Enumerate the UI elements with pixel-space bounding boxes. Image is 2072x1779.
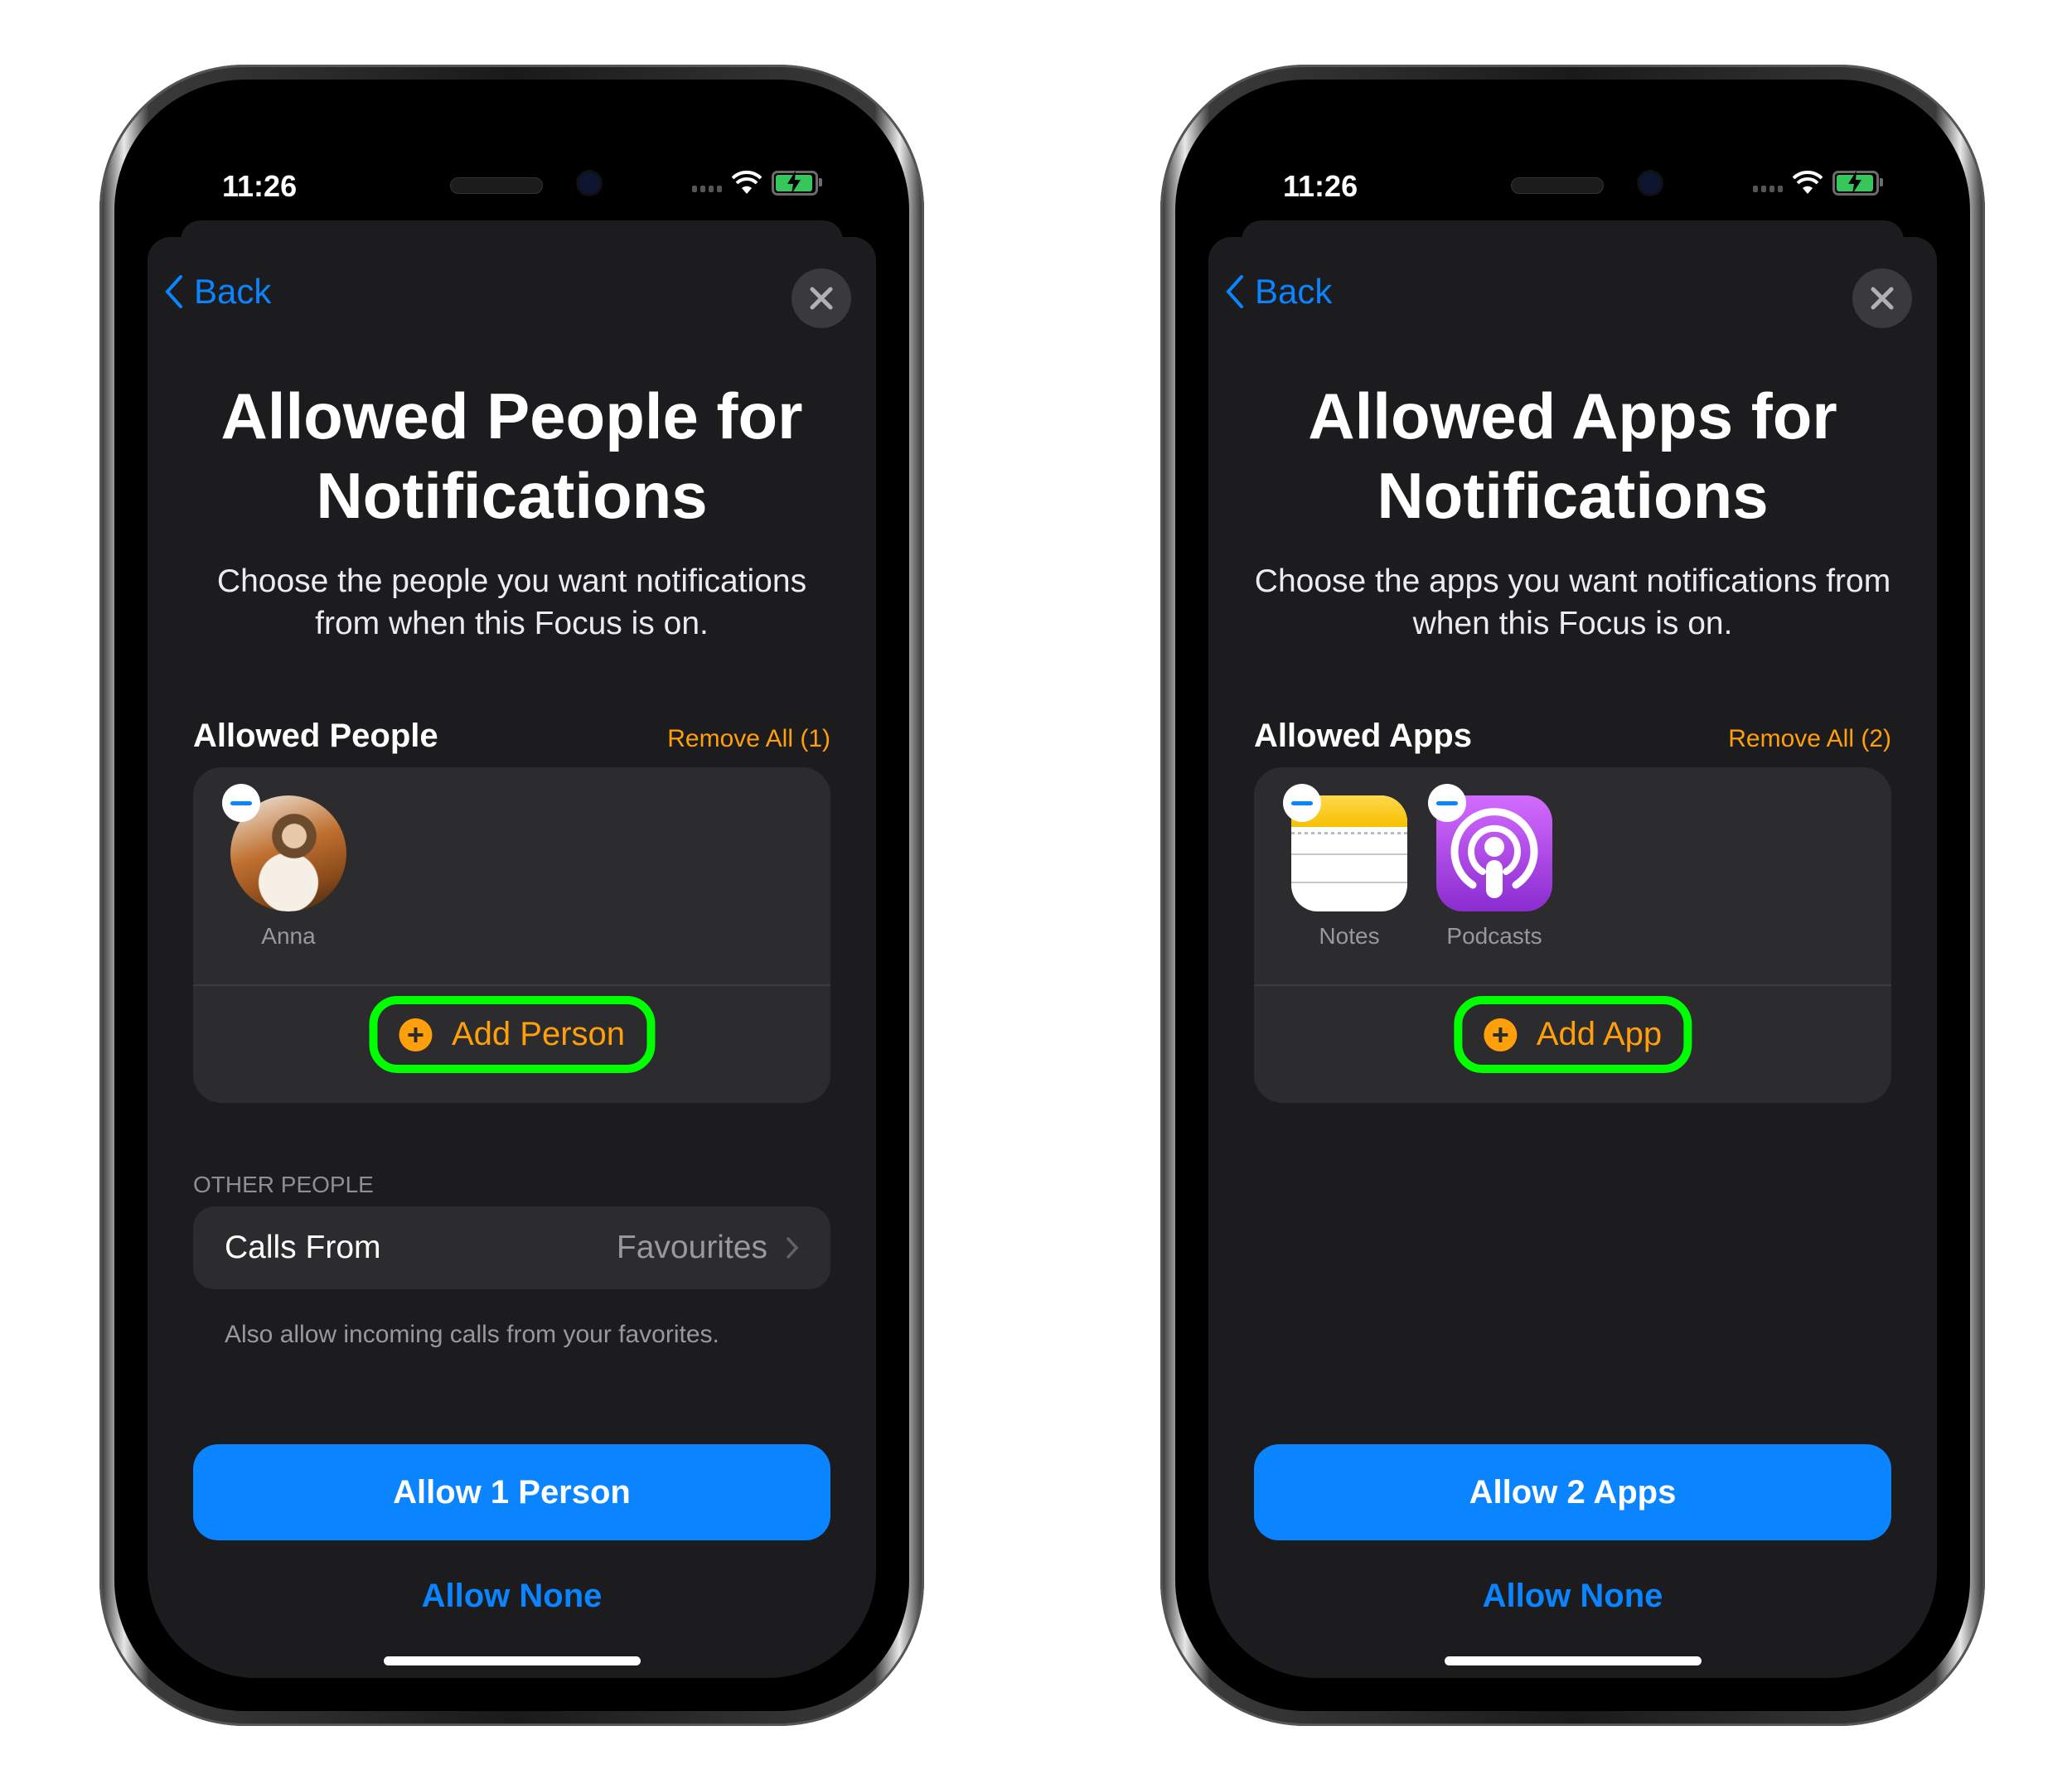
plus-circle-icon <box>1483 1018 1517 1051</box>
phone-right: 11:26 Back Allowed Apps for Notification… <box>1160 65 1985 1726</box>
divider <box>193 984 830 986</box>
calls-footnote: Also allow incoming calls from your favo… <box>225 1321 719 1348</box>
back-button[interactable]: Back <box>1225 272 1332 312</box>
bezel: 11:26 Back Allowed People for Notificati… <box>114 80 909 1711</box>
allowed-list: Notes Podcasts <box>1283 784 1552 950</box>
front-camera <box>578 172 600 194</box>
add-label: Add Person <box>451 1016 626 1052</box>
add-app-button[interactable]: Add App <box>1453 996 1692 1073</box>
section-header: Allowed People Remove All (1) <box>193 718 830 755</box>
page-description: Choose the people you want notifications… <box>216 563 807 641</box>
item-label: Notes <box>1319 923 1380 949</box>
allow-apps-button[interactable]: Allow 2 Apps <box>1254 1444 1891 1540</box>
allowed-people-card: Anna Add Person <box>193 767 830 1103</box>
status-time: 11:26 <box>222 169 298 203</box>
add-person-button[interactable]: Add Person <box>368 996 656 1073</box>
remove-item-icon[interactable] <box>1283 784 1321 822</box>
back-label: Back <box>1255 272 1333 311</box>
page-title: Allowed People for Notifications <box>220 379 803 532</box>
front-camera <box>1639 172 1661 194</box>
status-icons <box>1753 171 1883 196</box>
status-icons <box>692 171 822 196</box>
close-button[interactable] <box>792 268 851 328</box>
calls-from-label: Calls From <box>225 1230 381 1265</box>
close-button[interactable] <box>1852 268 1912 328</box>
remove-all-button[interactable]: Remove All (2) <box>1728 725 1891 753</box>
wifi-icon <box>1793 171 1823 194</box>
phone-left: 11:26 Back Allowed People for Notificati… <box>99 65 924 1726</box>
cellular-signal-icon <box>1753 186 1783 192</box>
plus-circle-icon <box>398 1018 432 1051</box>
screen-allowed-people: 11:26 Back Allowed People for Notificati… <box>148 113 876 1678</box>
divider <box>1254 984 1891 986</box>
speaker-grille <box>1510 177 1604 194</box>
remove-all-button[interactable]: Remove All (1) <box>667 725 830 753</box>
battery-charging-icon <box>772 171 822 196</box>
screen-allowed-apps: 11:26 Back Allowed Apps for Notification… <box>1208 113 1937 1678</box>
calls-from-row[interactable]: Calls From Favourites <box>193 1206 830 1289</box>
page-title: Allowed Apps for Notifications <box>1308 379 1837 532</box>
back-button[interactable]: Back <box>164 272 271 312</box>
add-label: Add App <box>1536 1016 1663 1052</box>
list-item[interactable]: Anna <box>222 784 346 950</box>
back-label: Back <box>194 272 272 311</box>
modal-sheet: Back Allowed Apps for Notifications Choo… <box>1208 237 1937 1678</box>
speaker-grille <box>449 177 543 194</box>
calls-from-value: Favourites <box>617 1230 799 1266</box>
chevron-right-icon <box>787 1237 799 1259</box>
list-item[interactable]: Notes <box>1283 784 1407 950</box>
status-time: 11:26 <box>1283 169 1358 203</box>
allow-none-button[interactable]: Allow None <box>148 1578 876 1615</box>
close-icon <box>1871 287 1894 310</box>
list-item[interactable]: Podcasts <box>1428 784 1552 950</box>
close-icon <box>810 287 833 310</box>
section-title: Allowed People <box>193 718 438 754</box>
home-indicator[interactable] <box>1444 1656 1702 1665</box>
allowed-apps-card: Notes Podcasts Add App <box>1254 767 1891 1103</box>
battery-charging-icon <box>1832 171 1883 196</box>
section-title: Allowed Apps <box>1254 718 1472 754</box>
allow-none-button[interactable]: Allow None <box>1208 1578 1937 1615</box>
chevron-left-icon <box>165 275 182 308</box>
remove-item-icon[interactable] <box>1428 784 1466 822</box>
allowed-list: Anna <box>222 784 346 950</box>
item-label: Anna <box>261 923 316 949</box>
section-header: Allowed Apps Remove All (2) <box>1254 718 1891 755</box>
bezel: 11:26 Back Allowed Apps for Notification… <box>1175 80 1970 1711</box>
item-label: Podcasts <box>1446 923 1542 949</box>
modal-sheet: Back Allowed People for Notifications Ch… <box>148 237 876 1678</box>
remove-item-icon[interactable] <box>222 784 260 822</box>
cellular-signal-icon <box>692 186 722 192</box>
other-people-header: OTHER PEOPLE <box>193 1172 374 1197</box>
home-indicator[interactable] <box>383 1656 641 1665</box>
page-description: Choose the apps you want notifications f… <box>1254 563 1891 641</box>
calls-from-value-text: Favourites <box>616 1230 767 1265</box>
wifi-icon <box>732 171 762 194</box>
allow-people-button[interactable]: Allow 1 Person <box>193 1444 830 1540</box>
chevron-left-icon <box>1226 275 1243 308</box>
